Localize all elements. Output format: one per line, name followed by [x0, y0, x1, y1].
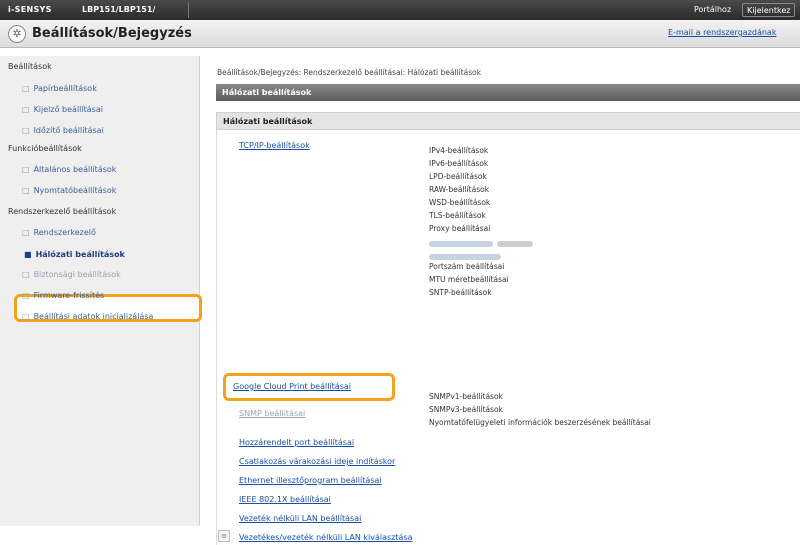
- settings-icon: ✲: [8, 25, 26, 43]
- sidebar-item-firmware[interactable]: □ Firmware-frissítés: [22, 291, 104, 300]
- bullet-icon: □: [22, 84, 30, 93]
- sub-tls: TLS-beállítások: [429, 211, 486, 220]
- sidebar-item-label: Firmware-frissítés: [33, 291, 105, 300]
- sidebar-item-label: Rendszerkezelő: [33, 228, 96, 237]
- top-bar: i-SENSYS LBP151/LBP151/ Portálhoz Kijele…: [0, 0, 800, 20]
- sidebar: Beállítások □ Papírbeállítások □ Kijelző b…: [0, 56, 202, 526]
- sidebar-item-timer[interactable]: □ Időzítő beállításai: [22, 126, 104, 135]
- sub-raw: RAW-beállítások: [429, 185, 490, 194]
- sub-ipv6: IPv6-beállítások: [429, 159, 489, 168]
- dedicated-port-link[interactable]: Hozzárendelt port beállításai: [239, 438, 354, 447]
- page-title: Beállítások/Bejegyzés: [32, 26, 192, 41]
- sidebar-item-security[interactable]: □ Biztonsági beállítások: [22, 270, 121, 279]
- sub-lpd: LPD-beállítások: [429, 172, 487, 181]
- sidebar-item-paper[interactable]: □ Papírbeállítások: [22, 84, 97, 93]
- sidebar-item-label: Általános beállítások: [33, 165, 117, 174]
- snmp-settings-link[interactable]: SNMP beállításai: [239, 409, 305, 418]
- sidebar-item-label: Nyomtatóbeállítások: [33, 186, 117, 195]
- bullet-icon: □: [22, 291, 30, 300]
- model-label: LBP151/LBP151/: [82, 5, 156, 14]
- bullet-icon: □: [22, 165, 30, 174]
- sidebar-group-settings: Beállítások: [8, 62, 52, 71]
- sub-printer-mgmt: Nyomtatófelügyeleti információk beszerzé…: [429, 418, 651, 427]
- ethernet-driver-link[interactable]: Ethernet illesztőprogram beállításai: [239, 476, 382, 485]
- portal-link[interactable]: Portálhoz: [694, 5, 731, 14]
- sidebar-item-label: Időzítő beállításai: [33, 126, 104, 135]
- sidebar-item-network[interactable]: ■ Hálózati beállítások: [24, 250, 125, 259]
- sidebar-item-label: Kijelző beállításai: [33, 105, 103, 114]
- subsection-header: Hálózati beállítások: [216, 112, 800, 130]
- settings-panel: TCP/IP-beállítások IPv4-beállítások IPv6…: [216, 130, 800, 545]
- title-bar: ✲ Beállítások/Bejegyzés E-mail a rendsze…: [0, 20, 800, 48]
- blurred-item: [429, 241, 493, 247]
- topbar-divider: [188, 2, 189, 18]
- wired-wireless-link[interactable]: Vezetékes/vezeték nélküli LAN kiválasztá…: [239, 533, 413, 542]
- bullet-icon: □: [22, 186, 30, 195]
- sidebar-item-label: Beállítási adatok inicializálása: [33, 312, 154, 321]
- sidebar-item-display[interactable]: □ Kijelző beállításai: [22, 105, 103, 114]
- sidebar-item-label: Biztonsági beállítások: [33, 270, 121, 279]
- sidebar-item-system-admin[interactable]: □ Rendszerkezelő: [22, 228, 96, 237]
- tcpip-settings-link[interactable]: TCP/IP-beállítások: [239, 141, 310, 150]
- sidebar-item-label: Hálózati beállítások: [35, 250, 125, 259]
- page-icon[interactable]: ≡: [218, 530, 230, 542]
- sub-wsd: WSD-beállítások: [429, 198, 491, 207]
- sidebar-item-general[interactable]: □ Általános beállítások: [22, 165, 116, 174]
- sidebar-item-printer[interactable]: □ Nyomtatóbeállítások: [22, 186, 116, 195]
- sidebar-group-function: Funkcióbeállítások: [8, 144, 82, 153]
- breadcrumb: Beállítások/Bejegyzés: Rendszerkezelő be…: [217, 68, 482, 77]
- sidebar-item-init[interactable]: □ Beállítási adatok inicializálása: [22, 312, 153, 321]
- sub-ipv4: IPv4-beállítások: [429, 146, 489, 155]
- main-content: Beállítások/Bejegyzés: Rendszerkezelő be…: [210, 56, 800, 545]
- blurred-item: [497, 241, 533, 247]
- sub-snmpv1: SNMPv1-beállítások: [429, 392, 503, 401]
- sub-proxy: Proxy beállításai: [429, 224, 491, 233]
- brand-label: i-SENSYS: [8, 5, 52, 14]
- bullet-icon: □: [22, 126, 30, 135]
- sub-mtu: MTU méretbeállításai: [429, 275, 509, 284]
- blurred-item: [429, 254, 501, 260]
- gcp-settings-link[interactable]: Google Cloud Print beállításai: [233, 382, 351, 391]
- wait-time-link[interactable]: Csatlakozás várakozási ideje indításkor: [239, 457, 395, 466]
- section-header: Hálózati beállítások: [216, 84, 800, 101]
- bullet-icon: ■: [24, 250, 32, 259]
- bullet-icon: □: [22, 228, 30, 237]
- bullet-icon: □: [22, 312, 30, 321]
- bullet-icon: □: [22, 105, 30, 114]
- sidebar-item-label: Papírbeállítások: [33, 84, 97, 93]
- ieee-8021x-link[interactable]: IEEE 802.1X beállításai: [239, 495, 331, 504]
- bullet-icon: □: [22, 270, 30, 279]
- logout-button[interactable]: Kijelentkez: [742, 3, 796, 17]
- sidebar-group-admin: Rendszerkezelő beállítások: [8, 207, 117, 216]
- sub-snmpv3: SNMPv3-beállítások: [429, 405, 503, 414]
- wireless-lan-link[interactable]: Vezeték nélküli LAN beállításai: [239, 514, 361, 523]
- sub-port: Portszám beállításai: [429, 262, 505, 271]
- sub-sntp: SNTP-beállítások: [429, 288, 492, 297]
- email-admin-link[interactable]: E-mail a rendszergazdának: [668, 28, 776, 37]
